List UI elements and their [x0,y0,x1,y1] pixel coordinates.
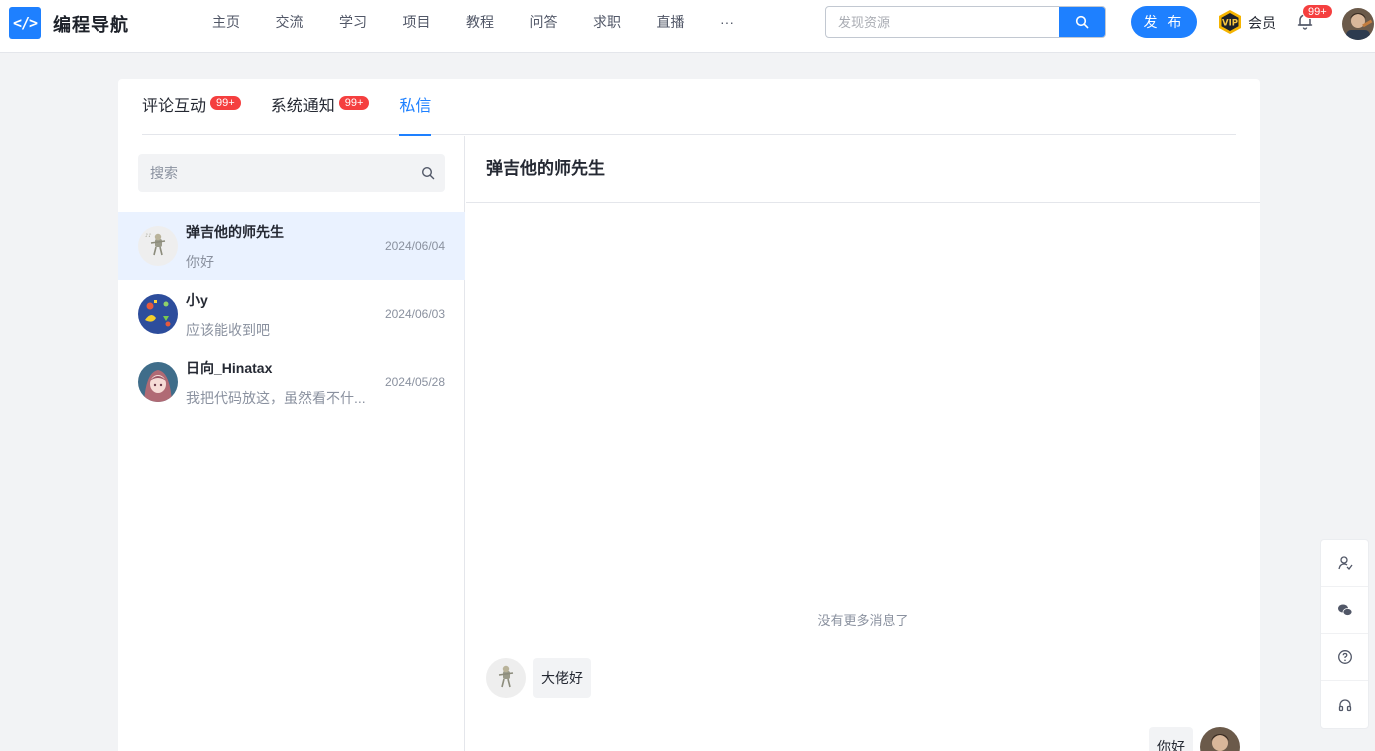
avatar[interactable] [1200,727,1240,751]
notification-badge: 99+ [1302,4,1333,19]
side-button-support[interactable] [1321,681,1368,728]
conversation-preview: 你好 [186,254,214,270]
search-button[interactable] [1059,7,1105,37]
conversation-search-input[interactable] [138,154,408,192]
global-search [825,6,1106,38]
message-bubble[interactable]: 大佬好 [533,658,591,698]
conversation-item[interactable]: 日向_Hinatax 我把代码放这，虽然看不什... 2024/05/28 [118,348,465,416]
tab-badge: 99+ [338,95,370,110]
search-icon [1075,15,1089,29]
side-button-wechat[interactable] [1321,587,1368,634]
side-button-help[interactable] [1321,634,1368,681]
svg-text:♪♪: ♪♪ [145,233,151,239]
conversation-list: ♪♪ 弹吉他的师先生 你好 2024/06/04 小y 应该能收到吧 2024/… [118,212,465,416]
logo-icon[interactable]: </> [9,7,41,39]
conversation-preview: 我把代码放这，虽然看不什... [186,390,366,406]
main-nav: 主页 交流 学习 项目 教程 问答 求职 直播 ··· [196,0,754,44]
side-button-user[interactable] [1321,540,1368,587]
divider [466,202,1260,203]
conversation-date: 2024/05/28 [384,375,445,389]
brand-name[interactable]: 编程导航 [53,11,129,37]
nav-home[interactable]: 主页 [196,0,256,44]
vip-label[interactable]: 会员 [1248,13,1276,33]
nav-qa[interactable]: 问答 [514,0,574,44]
conversation-name: 日向_Hinatax [186,360,273,376]
tab-label: 评论互动 [142,98,207,115]
conversation-search [138,154,445,192]
vip-icon[interactable]: VIP [1217,9,1243,35]
conversation-date: 2024/06/03 [384,307,445,321]
global-search-input[interactable] [826,7,1061,37]
conversation-name: 小y [186,292,208,308]
nav-learn[interactable]: 学习 [323,0,383,44]
tab-private-messages[interactable]: 私信 [399,79,432,136]
top-header: </> 编程导航 主页 交流 学习 项目 教程 问答 求职 直播 ··· 发 布… [0,0,1375,53]
conversation-panel: ♪♪ 弹吉他的师先生 你好 2024/06/04 小y 应该能收到吧 2024/… [118,136,465,751]
user-check-icon [1337,556,1353,570]
avatar [138,362,178,402]
nav-jobs[interactable]: 求职 [577,0,637,44]
conversation-preview: 应该能收到吧 [186,322,270,338]
svg-text:VIP: VIP [1222,19,1238,29]
side-toolbar [1320,539,1369,729]
nav-live[interactable]: 直播 [641,0,701,44]
avatar [138,294,178,334]
tab-label: 私信 [399,98,432,115]
conversation-date: 2024/06/04 [384,239,445,253]
no-more-messages: 没有更多消息了 [817,613,909,628]
message-tabs: 评论互动 99+ 系统通知 99+ 私信 [142,79,1236,136]
tab-system-notices[interactable]: 系统通知 99+ [271,79,370,135]
nav-exchange[interactable]: 交流 [260,0,320,44]
avatar[interactable] [486,658,526,698]
publish-button[interactable]: 发 布 [1131,6,1197,38]
messages-card: 评论互动99+ 系统通知99+ 私信 ♪♪ 弹吉他的师先生 你好 2024/06… [118,79,1260,751]
tab-label: 系统通知 [270,98,335,115]
headset-icon [1338,698,1351,711]
tab-comments[interactable]: 评论互动 99+ [142,79,241,135]
conversation-item[interactable]: 小y 应该能收到吧 2024/06/03 [118,280,465,348]
conversation-item[interactable]: ♪♪ 弹吉他的师先生 你好 2024/06/04 [118,212,465,280]
tab-badge: 99+ [210,95,241,110]
avatar[interactable] [1342,8,1374,40]
chat-title: 弹吉他的师先生 [486,159,605,178]
wechat-icon [1337,604,1352,616]
chat-panel: 弹吉他的师先生 没有更多消息了 大佬好 你好 [466,136,1260,751]
conversation-name: 弹吉他的师先生 [186,224,284,240]
nav-more[interactable]: ··· [704,0,750,44]
help-icon [1337,650,1352,664]
search-icon[interactable] [421,166,435,180]
nav-projects[interactable]: 项目 [387,0,447,44]
avatar: ♪♪ [138,226,178,266]
message-bubble[interactable]: 你好 [1149,727,1193,751]
nav-tutorials[interactable]: 教程 [450,0,510,44]
